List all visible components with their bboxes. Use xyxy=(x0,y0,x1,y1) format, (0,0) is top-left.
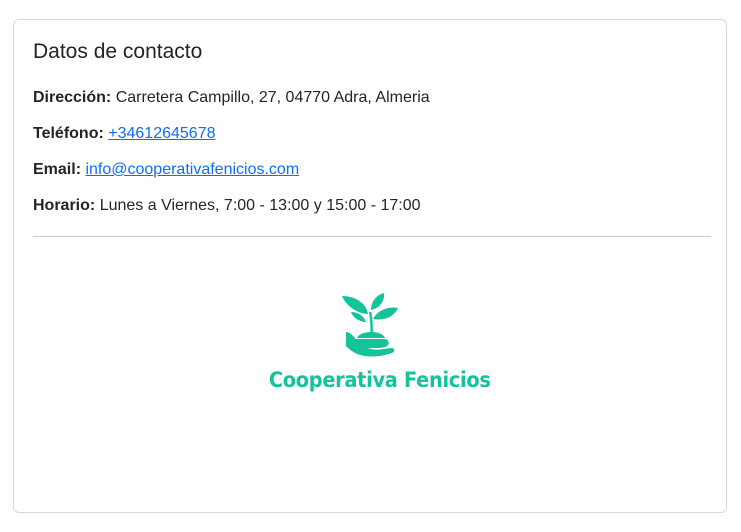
card-title: Datos de contacto xyxy=(33,40,203,63)
hours-label: Horario: xyxy=(33,197,96,214)
phone-row: Teléfono: +34612645678 xyxy=(33,123,216,145)
address-row: Dirección: Carretera Campillo, 27, 04770… xyxy=(33,87,430,109)
hours-row: Horario: Lunes a Viernes, 7:00 - 13:00 y… xyxy=(33,195,421,217)
contact-card: Datos de contacto Dirección: Carretera C… xyxy=(13,19,727,513)
email-label: Email: xyxy=(33,161,82,178)
divider xyxy=(33,236,711,237)
phone-label: Teléfono: xyxy=(33,125,104,142)
phone-link[interactable]: +34612645678 xyxy=(108,125,215,142)
address-value: Carretera Campillo, 27, 04770 Adra, Alme… xyxy=(115,89,430,106)
logo-text: Cooperativa Fenicios xyxy=(268,368,491,392)
email-row: Email: info@cooperativafenicios.com xyxy=(33,159,299,181)
plant-in-hand-icon xyxy=(342,293,398,357)
hours-value: Lunes a Viernes, 7:00 - 13:00 y 15:00 - … xyxy=(99,197,421,214)
address-label: Dirección: xyxy=(33,89,112,106)
cooperativa-logo: Cooperativa Fenicios xyxy=(260,292,491,404)
email-link[interactable]: info@cooperativafenicios.com xyxy=(85,161,299,178)
